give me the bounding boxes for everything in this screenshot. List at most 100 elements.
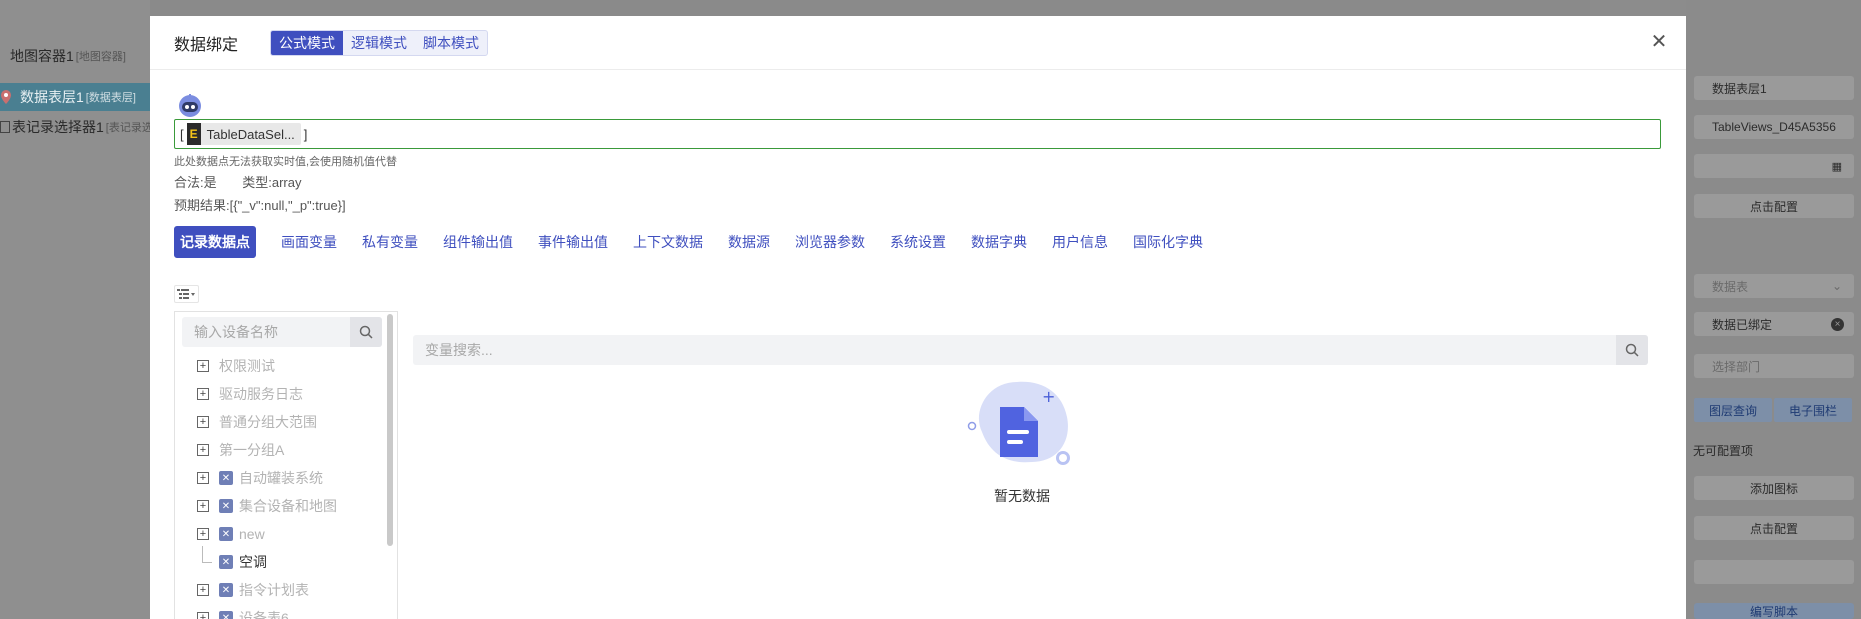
tab-record-datapoint[interactable]: 记录数据点	[174, 226, 256, 258]
expand-icon[interactable]: +	[197, 584, 209, 596]
tree-node-label: 设备表6	[239, 610, 289, 619]
formula-token[interactable]: E TableDataSel...	[186, 123, 301, 145]
bg-icon-field[interactable]: ▦	[1694, 154, 1854, 178]
device-tree-panel: + 权限测试 + 驱动服务日志 + 普通分组大范围 + 第一分组A + ✕ 自动…	[174, 311, 398, 619]
tree-node[interactable]: + 第一分组A	[197, 440, 284, 460]
tab-screen-variable[interactable]: 画面变量	[281, 226, 337, 258]
background-tree-item-data-layer[interactable]: 数据表层1 [数据表层]	[0, 83, 150, 111]
bg-no-config: 无可配置项	[1693, 444, 1754, 458]
selector-icon	[0, 121, 10, 133]
valid-label: 合法:是	[174, 175, 217, 190]
close-icon[interactable]: ✕	[1650, 32, 1668, 52]
modal-title: 数据绑定	[174, 36, 239, 54]
variable-search-input[interactable]	[413, 335, 1603, 365]
mode-formula[interactable]: 公式模式	[271, 30, 344, 55]
background-tree-item-record-selector[interactable]: 表记录选择器1 [表记录选	[0, 113, 153, 141]
tab-i18n-dictionary[interactable]: 国际化字典	[1133, 226, 1203, 258]
tab-user-info[interactable]: 用户信息	[1052, 226, 1108, 258]
tab-system-settings[interactable]: 系统设置	[890, 226, 946, 258]
background-tree-stub	[0, 8, 4, 36]
svg-text:+: +	[1042, 387, 1055, 406]
ai-assistant-icon[interactable]	[177, 94, 203, 118]
device-search-input[interactable]	[182, 324, 347, 340]
device-search-button[interactable]	[350, 317, 382, 347]
bg-add-icon-button[interactable]: 添加图标	[1694, 476, 1854, 500]
tree-node[interactable]: ✕ 空调	[197, 546, 267, 572]
tree-node-label: 驱动服务日志	[219, 386, 303, 402]
tree-node-label: new	[239, 526, 265, 542]
clear-icon[interactable]: ×	[1831, 317, 1844, 331]
table-icon: ▦	[1831, 160, 1842, 173]
expand-icon[interactable]: +	[197, 612, 209, 619]
tree-node[interactable]: + ✕ 自动罐装系统	[197, 468, 323, 488]
tab-event-output[interactable]: 事件输出值	[538, 226, 608, 258]
tree-node-label: 自动罐装系统	[239, 470, 323, 486]
bg-tab-layer-query[interactable]: 图层查询	[1694, 398, 1772, 422]
element-badge-icon: E	[186, 123, 201, 145]
tab-data-dictionary[interactable]: 数据字典	[971, 226, 1027, 258]
tab-context-data[interactable]: 上下文数据	[633, 226, 703, 258]
tab-browser-params[interactable]: 浏览器参数	[795, 226, 865, 258]
bg-dept-select[interactable]: 选择部门	[1694, 354, 1854, 378]
bg-empty-field[interactable]	[1694, 560, 1854, 584]
bg-write-script-button[interactable]: 编写脚本	[1694, 603, 1854, 619]
background-layer-tree: 地图容器1 [地图容器] 数据表层1 [数据表层] 表记录选择器1 [表记录选	[0, 0, 153, 619]
tree-scrollbar[interactable]	[387, 312, 393, 619]
tree-node[interactable]: + 普通分组大范围	[197, 412, 317, 432]
formula-hint: 此处数据点无法获取实时值,会使用随机值代替	[174, 156, 398, 168]
tree-view-toggle[interactable]	[174, 285, 199, 303]
tree-node[interactable]: + 驱动服务日志	[197, 384, 303, 404]
tree-node-label: 普通分组大范围	[219, 414, 317, 430]
bound-status-label: 数据已绑定	[1712, 317, 1773, 332]
tab-component-output[interactable]: 组件输出值	[443, 226, 513, 258]
device-icon: ✕	[219, 555, 233, 569]
tree-item-label: 地图容器1	[10, 48, 74, 64]
device-icon: ✕	[219, 583, 233, 597]
tree-node-label: 指令计划表	[239, 582, 309, 598]
bg-config-button-1[interactable]: 点击配置	[1694, 194, 1854, 218]
tree-node-label: 集合设备和地图	[239, 498, 337, 514]
expand-icon[interactable]: +	[197, 416, 209, 428]
tab-private-variable[interactable]: 私有变量	[362, 226, 418, 258]
bg-tab-fence[interactable]: 电子围栏	[1774, 398, 1852, 422]
expand-icon[interactable]: +	[197, 472, 209, 484]
background-property-panel: 数据表层1 TableViews_D45A5356 ▦ 点击配置 数据表 ⌄ 数…	[1686, 0, 1861, 619]
type-label: 类型:array	[242, 175, 302, 190]
tree-node[interactable]: + ✕ 指令计划表	[197, 580, 309, 600]
expand-icon[interactable]: +	[197, 500, 209, 512]
tree-node[interactable]: + ✕ 设备表6	[197, 608, 289, 619]
tab-data-source[interactable]: 数据源	[728, 226, 770, 258]
background-tree-item-map-container[interactable]: 地图容器1 [地图容器]	[10, 42, 126, 70]
expand-icon[interactable]: +	[197, 360, 209, 372]
tree-node[interactable]: + 权限测试	[197, 356, 275, 376]
expand-icon[interactable]: +	[197, 528, 209, 540]
tree-item-label: 表记录选择器1	[12, 119, 104, 135]
background-canvas-strip	[150, 0, 1590, 16]
variable-search-button[interactable]	[1616, 335, 1648, 365]
bg-config-button-2[interactable]: 点击配置	[1694, 516, 1854, 540]
bg-bound-status[interactable]: 数据已绑定 ×	[1694, 312, 1854, 336]
tree-node[interactable]: + ✕ 集合设备和地图	[197, 496, 337, 516]
scrollbar-thumb[interactable]	[387, 314, 393, 546]
validation-info: 合法:是 类型:array	[174, 172, 301, 191]
tree-node[interactable]: + ✕ new	[197, 524, 265, 544]
expand-icon[interactable]: +	[197, 444, 209, 456]
bg-table-view-field[interactable]: TableViews_D45A5356	[1694, 115, 1854, 139]
search-icon	[359, 325, 373, 339]
device-icon: ✕	[219, 499, 233, 513]
expand-icon[interactable]: +	[197, 388, 209, 400]
mode-switch: 公式模式 逻辑模式 脚本模式	[270, 29, 489, 56]
bg-datatable-select[interactable]: 数据表 ⌄	[1694, 274, 1854, 298]
device-icon: ✕	[219, 527, 233, 541]
bg-layer-name-field[interactable]: 数据表层1	[1694, 76, 1854, 100]
mode-logic[interactable]: 逻辑模式	[343, 31, 415, 55]
data-binding-modal: 数据绑定 公式模式 逻辑模式 脚本模式 ✕ [ E TableDataSel..…	[150, 16, 1686, 619]
device-icon: ✕	[219, 471, 233, 485]
tree-item-label: 数据表层1	[20, 89, 84, 105]
formula-input[interactable]: [ E TableDataSel... ]	[174, 119, 1661, 149]
tree-node-label: 空调	[239, 554, 267, 570]
empty-data-text: 暂无数据	[994, 488, 1050, 504]
mode-script[interactable]: 脚本模式	[415, 31, 487, 55]
empty-data-icon: +	[967, 381, 1070, 465]
formula-open-bracket: [	[180, 126, 184, 142]
